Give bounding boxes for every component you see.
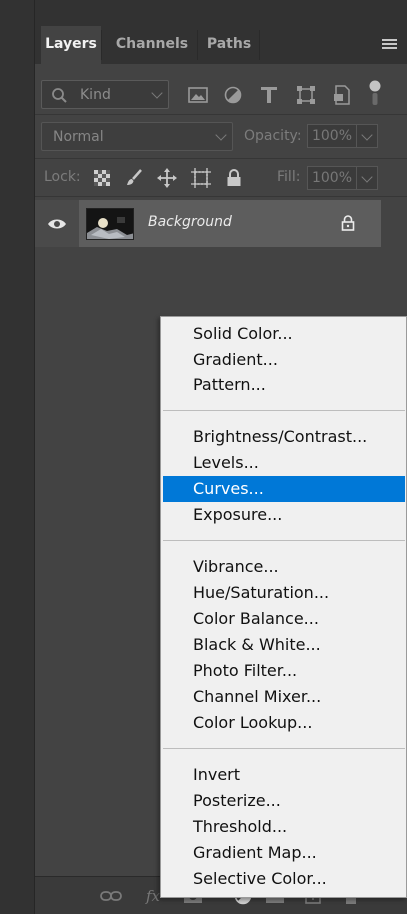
menu-item[interactable]: Invert [163, 762, 405, 788]
tab-channels[interactable]: Channels [109, 26, 195, 64]
menu-separator [163, 540, 405, 541]
menu-separator [163, 748, 405, 749]
shape-filter-icon[interactable] [292, 81, 320, 109]
fill-field[interactable]: 100% [307, 166, 357, 190]
menu-item[interactable]: Gradient Map... [163, 840, 405, 866]
menu-item[interactable]: Pattern... [163, 372, 405, 398]
lock-all-icon[interactable] [221, 165, 247, 191]
menu-item[interactable]: Color Lookup... [163, 710, 405, 736]
fill-label: Fill: [277, 169, 301, 185]
tab-divider [197, 30, 198, 60]
chevron-down-icon [361, 129, 373, 141]
lock-transparent-pixels-icon[interactable] [89, 165, 115, 191]
filter-toggle-switch[interactable] [368, 80, 382, 106]
blend-mode-value: Normal [53, 129, 104, 145]
divider [35, 196, 407, 197]
layer-row[interactable]: Background [35, 200, 381, 247]
divider [35, 158, 407, 159]
menu-item[interactable]: Selective Color... [163, 866, 405, 892]
lock-position-icon[interactable] [154, 165, 180, 191]
type-filter-icon[interactable] [255, 81, 283, 109]
panel-tab-bar: Layers Channels Paths [35, 22, 407, 64]
menu-item[interactable]: Exposure... [163, 502, 405, 528]
blend-mode-select[interactable]: Normal [41, 122, 233, 151]
menu-item[interactable]: Threshold... [163, 814, 405, 840]
opacity-slider-toggle[interactable] [357, 124, 378, 148]
menu-item[interactable]: Solid Color... [163, 321, 405, 347]
menu-item[interactable]: Curves... [163, 476, 405, 502]
panel-menu-icon[interactable] [382, 39, 397, 51]
layer-name[interactable]: Background [148, 214, 232, 230]
lock-artboard-icon[interactable] [188, 165, 214, 191]
divider [35, 114, 407, 115]
chevron-down-icon [151, 87, 163, 99]
menu-item[interactable]: Posterize... [163, 788, 405, 814]
filter-kind-select[interactable]: Kind [41, 80, 169, 109]
lock-label: Lock: [44, 169, 81, 185]
adjustment-filter-icon[interactable] [219, 81, 247, 109]
left-dock-strip [0, 0, 35, 914]
menu-item[interactable]: Black & White... [163, 632, 405, 658]
menu-separator [163, 410, 405, 411]
chevron-down-icon [215, 129, 227, 141]
panel-top-border [35, 0, 407, 22]
link-layers-icon[interactable] [99, 885, 123, 907]
chevron-down-icon [361, 171, 373, 183]
tab-layers[interactable]: Layers [41, 26, 101, 64]
lock-image-pixels-icon[interactable] [121, 165, 147, 191]
layer-thumbnail[interactable] [86, 208, 134, 240]
visibility-eye-icon[interactable] [35, 200, 79, 247]
fill-slider-toggle[interactable] [357, 166, 378, 190]
search-icon [52, 88, 67, 103]
menu-item[interactable]: Vibrance... [163, 554, 405, 580]
opacity-field[interactable]: 100% [307, 124, 357, 148]
menu-item[interactable]: Photo Filter... [163, 658, 405, 684]
image-filter-icon[interactable] [184, 81, 212, 109]
smart-object-filter-icon[interactable] [328, 81, 356, 109]
menu-item[interactable]: Hue/Saturation... [163, 580, 405, 606]
tab-paths[interactable]: Paths [203, 26, 255, 64]
menu-item[interactable]: Levels... [163, 450, 405, 476]
filter-kind-label: Kind [80, 87, 111, 103]
menu-item[interactable]: Color Balance... [163, 606, 405, 632]
opacity-label: Opacity: [244, 128, 302, 144]
tab-divider [259, 30, 260, 60]
tab-divider [101, 30, 102, 60]
menu-item[interactable]: Channel Mixer... [163, 684, 405, 710]
adjustment-layer-menu: Solid Color... Gradient... Pattern... Brigh… [160, 316, 407, 898]
menu-item[interactable]: Gradient... [163, 347, 405, 373]
menu-item[interactable]: Brightness/Contrast... [163, 424, 405, 450]
layer-lock-icon [341, 215, 355, 235]
